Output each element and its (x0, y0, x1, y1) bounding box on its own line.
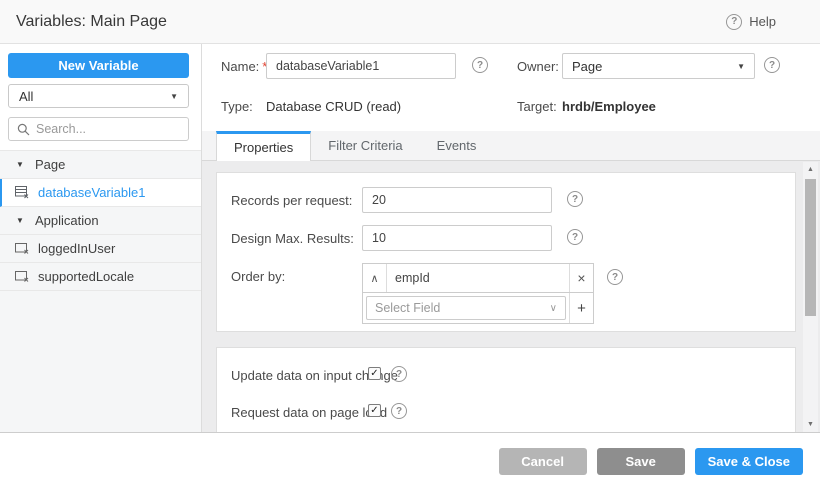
behavior-panel: Update data on input change ✓ ? Request … (216, 347, 796, 432)
caret-down-icon: ▼ (737, 62, 745, 71)
owner-value: Page (572, 59, 602, 74)
page-title: Variables: Main Page (16, 13, 167, 31)
detail-tabs: Properties Filter Criteria Events (202, 131, 820, 161)
type-label: Type: (221, 99, 253, 114)
dialog-footer: Cancel Save Save & Close (0, 432, 820, 490)
cancel-button[interactable]: Cancel (499, 448, 587, 475)
help-button[interactable]: ? Help (726, 14, 776, 30)
scroll-down-arrow-icon[interactable]: ▼ (803, 421, 818, 428)
records-per-request-field[interactable] (362, 187, 552, 213)
tree-item-label: supportedLocale (38, 269, 134, 284)
add-order-field-button[interactable]: + (569, 293, 593, 323)
tree-item-databasevariable1[interactable]: databaseVariable1 (0, 179, 201, 207)
tree-group-application[interactable]: ▼ Application (0, 207, 201, 235)
tree-item-label: loggedInUser (38, 241, 115, 256)
order-by-field-input[interactable] (387, 264, 569, 292)
tree-item-supportedlocale[interactable]: supportedLocale (0, 263, 201, 291)
variable-detail-pane: Name:* ? Owner:* Page ▼ ? Type: Database… (202, 44, 820, 432)
caret-down-icon: ▼ (170, 92, 178, 101)
vertical-scrollbar[interactable]: ▲ ▼ (803, 162, 818, 432)
order-by-widget: ∧ × Select Field ∨ + (362, 263, 594, 324)
update-on-input-checkbox[interactable]: ✓ (368, 367, 381, 380)
name-label: Name:* (221, 59, 267, 74)
update-on-input-help-icon[interactable]: ? (391, 366, 407, 382)
variable-icon (15, 242, 29, 255)
target-label: Target: (517, 99, 557, 114)
design-max-results-label: Design Max. Results: (231, 231, 354, 246)
save-button[interactable]: Save (597, 448, 685, 475)
order-by-row: ∧ × (362, 263, 594, 293)
tree-item-loggedinuser[interactable]: loggedInUser (0, 235, 201, 263)
new-variable-button[interactable]: New Variable (8, 53, 189, 78)
collapse-caret-icon: ▼ (16, 160, 26, 169)
request-on-load-label: Request data on page load (231, 405, 387, 420)
tree-item-label: databaseVariable1 (38, 185, 145, 200)
tab-events[interactable]: Events (420, 131, 494, 160)
name-field[interactable] (266, 53, 456, 79)
name-help-icon[interactable]: ? (472, 57, 488, 73)
scroll-up-arrow-icon[interactable]: ▲ (803, 166, 818, 173)
save-and-close-button[interactable]: Save & Close (695, 448, 803, 475)
variable-summary-form: Name:* ? Owner:* Page ▼ ? Type: Database… (202, 44, 820, 131)
request-on-load-help-icon[interactable]: ? (391, 403, 407, 419)
help-circle-icon: ? (726, 14, 742, 30)
tab-properties[interactable]: Properties (216, 131, 311, 161)
tree-group-label: Application (35, 213, 99, 228)
request-on-load-checkbox[interactable]: ✓ (368, 404, 381, 417)
variables-dialog: Variables: Main Page ? Help New Variable… (0, 0, 820, 490)
help-label: Help (749, 14, 776, 29)
tree-group-label: Page (35, 157, 65, 172)
order-by-help-icon[interactable]: ? (607, 269, 623, 285)
type-value: Database CRUD (read) (266, 99, 401, 114)
records-per-request-label: Records per request: (231, 193, 352, 208)
sort-ascending-button[interactable]: ∧ (363, 264, 387, 292)
tree-group-page[interactable]: ▼ Page (0, 151, 201, 179)
chevron-down-icon: ∨ (550, 303, 557, 314)
design-max-results-field[interactable] (362, 225, 552, 251)
select-field-dropdown[interactable]: Select Field ∨ (366, 296, 566, 320)
data-settings-panel: Records per request: ? Design Max. Resul… (216, 172, 796, 332)
variable-filter-dropdown[interactable]: All ▼ (8, 84, 189, 108)
owner-help-icon[interactable]: ? (764, 57, 780, 73)
scrollbar-thumb[interactable] (805, 179, 816, 316)
owner-label: Owner:* (517, 59, 567, 74)
design-max-help-icon[interactable]: ? (567, 229, 583, 245)
records-help-icon[interactable]: ? (567, 191, 583, 207)
variable-filter-value: All (19, 89, 33, 104)
owner-dropdown[interactable]: Page ▼ (562, 53, 755, 79)
properties-scroll-area: Records per request: ? Design Max. Resul… (202, 161, 820, 432)
tab-filter-criteria[interactable]: Filter Criteria (311, 131, 419, 160)
variable-search-box (8, 117, 189, 141)
select-field-placeholder: Select Field (375, 301, 440, 315)
remove-order-field-button[interactable]: × (569, 264, 593, 292)
search-icon (17, 123, 30, 136)
variable-icon (15, 270, 29, 283)
order-by-add-row: Select Field ∨ + (362, 293, 594, 324)
collapse-caret-icon: ▼ (16, 216, 26, 225)
database-variable-icon (15, 186, 29, 199)
search-input[interactable] (36, 122, 180, 136)
dialog-header: Variables: Main Page ? Help (0, 0, 820, 44)
target-value: hrdb/Employee (562, 99, 656, 114)
order-by-label: Order by: (231, 269, 285, 284)
variables-tree: ▼ Page databaseVariable1 (0, 150, 201, 432)
variables-sidebar: New Variable All ▼ ▼ Page (0, 44, 202, 432)
dialog-body: New Variable All ▼ ▼ Page (0, 44, 820, 432)
